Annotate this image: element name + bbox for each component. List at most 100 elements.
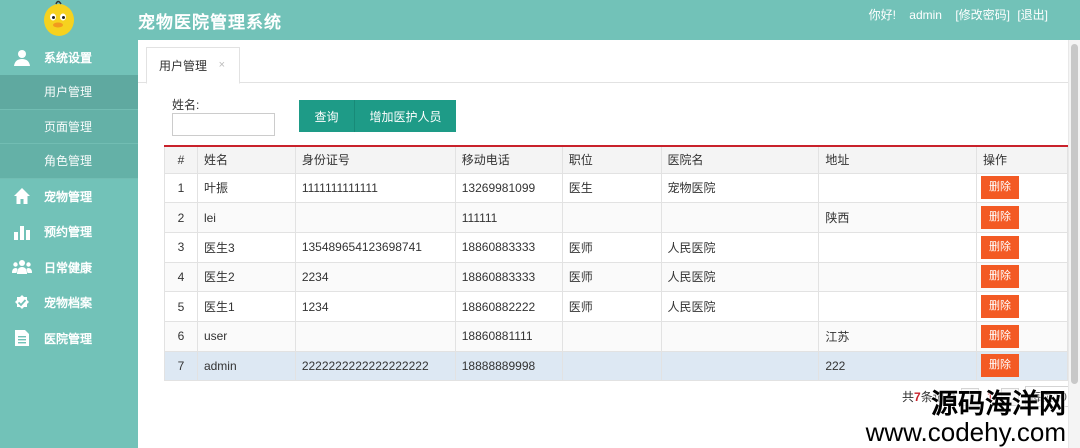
change-password-link[interactable]: [修改密码] (955, 8, 1010, 22)
sidebar: 系统设置 用户管理 页面管理 角色管理 宠物管理 预约管理 日常健康 宠物档案 … (0, 40, 138, 448)
row-name: 叶振 (196, 172, 296, 204)
sidebar-item-daily-health[interactable]: 日常健康 (0, 250, 138, 286)
delete-button[interactable]: 删除 (981, 206, 1020, 230)
username-link[interactable]: admin (909, 8, 942, 22)
name-search-input[interactable] (172, 113, 275, 136)
row-phone: 111111 (454, 202, 563, 233)
sidebar-item-label: 医院管理 (44, 331, 93, 346)
user-links: 你好! admin [修改密码] [退出] (865, 6, 1048, 23)
sidebar-subitem-page-management[interactable]: 页面管理 (0, 109, 138, 144)
delete-button[interactable]: 删除 (981, 235, 1020, 259)
document-icon (0, 329, 44, 347)
column-header-hospital: 医院名 (660, 145, 820, 174)
row-index: 5 (164, 291, 198, 322)
sidebar-item-appointment-management[interactable]: 预约管理 (0, 214, 138, 250)
row-address (818, 291, 978, 322)
tab-label: 用户管理 (159, 59, 208, 73)
user-table: # 姓名 身份证号 移动电话 职位 医院名 地址 操作 1 叶振 1111111… (164, 145, 1068, 382)
delete-button[interactable]: 删除 (981, 324, 1020, 348)
top-header: 宠物医院管理系统 你好! admin [修改密码] [退出] (0, 0, 1080, 40)
watermark: 源码海洋网 www.codehy.com (866, 389, 1066, 446)
delete-button[interactable]: 删除 (981, 295, 1020, 319)
row-actions: 删除 (976, 320, 1068, 352)
scrollbar-thumb[interactable] (1071, 44, 1078, 384)
row-actions: 删除 (976, 350, 1068, 382)
table-body: 1 叶振 1111111111111 13269981099 医生 宠物医院 删… (164, 172, 1068, 382)
row-phone: 18860883333 (454, 231, 563, 263)
table-row[interactable]: 2 lei 111111 陕西 删除 (164, 202, 1068, 233)
table-row[interactable]: 6 user 18860881111 江苏 删除 (164, 320, 1068, 352)
row-address: 陕西 (818, 202, 978, 233)
delete-button[interactable]: 删除 (981, 265, 1020, 289)
table-row[interactable]: 5 医生1 1234 18860882222 医师 人民医院 删除 (164, 291, 1068, 322)
add-medical-staff-button[interactable]: 增加医护人员 (354, 100, 456, 132)
row-phone: 18860883333 (454, 261, 563, 293)
table-row[interactable]: 1 叶振 1111111111111 13269981099 医生 宠物医院 删… (164, 172, 1068, 204)
row-name: 医生2 (196, 261, 296, 293)
column-header-phone: 移动电话 (454, 145, 563, 174)
row-id-card: 2234 (294, 261, 456, 293)
tab-user-management[interactable]: 用户管理 × (146, 47, 240, 84)
sidebar-subitem-user-management[interactable]: 用户管理 (0, 75, 138, 110)
row-actions: 删除 (976, 231, 1068, 263)
watermark-cn: 源码海洋网 (931, 389, 1066, 419)
row-address: 江苏 (818, 320, 978, 352)
row-address (818, 261, 978, 293)
row-index: 2 (164, 202, 198, 233)
column-header-id-card: 身份证号 (294, 145, 456, 174)
row-position: 医师 (561, 291, 662, 322)
column-header-position: 职位 (561, 145, 662, 174)
row-phone: 18860882222 (454, 291, 563, 322)
row-position: 医师 (561, 231, 662, 263)
row-hospital: 人民医院 (660, 231, 820, 263)
row-hospital: 人民医院 (660, 261, 820, 293)
row-id-card: 1234 (294, 291, 456, 322)
row-id-card (294, 202, 456, 233)
row-address (818, 231, 978, 263)
row-phone: 18888889998 (454, 350, 563, 382)
row-id-card: 2222222222222222222 (294, 350, 456, 382)
row-hospital: 宠物医院 (660, 172, 820, 204)
row-position: 医生 (561, 172, 662, 204)
row-index: 6 (164, 320, 198, 352)
check-badge-icon (0, 294, 44, 312)
row-hospital (660, 350, 820, 382)
app-title: 宠物医院管理系统 (138, 13, 282, 32)
row-id-card: 1111111111111 (294, 172, 456, 204)
sidebar-item-pet-records[interactable]: 宠物档案 (0, 285, 138, 321)
logout-link[interactable]: [退出] (1017, 8, 1048, 22)
name-field-label: 姓名: (172, 98, 200, 112)
row-phone: 18860881111 (454, 320, 563, 352)
close-icon[interactable]: × (219, 59, 225, 71)
watermark-url: www.codehy.com (865, 417, 1066, 447)
row-actions: 删除 (976, 291, 1068, 322)
sidebar-item-pet-management[interactable]: 宠物管理 (0, 179, 138, 215)
row-index: 3 (164, 231, 198, 263)
row-actions: 删除 (976, 202, 1068, 233)
query-button[interactable]: 查询 (299, 100, 354, 132)
vertical-scrollbar[interactable] (1068, 40, 1080, 448)
user-icon (0, 49, 44, 67)
sidebar-item-label: 系统设置 (44, 51, 93, 65)
row-position: 医师 (561, 261, 662, 293)
sidebar-item-label: 宠物档案 (44, 296, 93, 311)
row-index: 1 (164, 172, 198, 204)
row-id-card (294, 320, 456, 352)
row-name: user (196, 320, 296, 352)
column-header-index: # (164, 145, 198, 174)
sidebar-item-hospital-management[interactable]: 医院管理 (0, 321, 138, 357)
row-position (561, 202, 662, 233)
table-row[interactable]: 4 医生2 2234 18860883333 医师 人民医院 删除 (164, 261, 1068, 293)
column-header-name: 姓名 (196, 145, 296, 174)
row-name: 医生3 (196, 231, 296, 263)
table-row[interactable]: 7 admin 2222222222222222222 18888889998 … (164, 350, 1068, 382)
sidebar-subitem-role-management[interactable]: 角色管理 (0, 144, 138, 179)
row-actions: 删除 (976, 261, 1068, 293)
delete-button[interactable]: 删除 (981, 176, 1020, 200)
sidebar-item-system-settings[interactable]: 系统设置 (0, 40, 138, 75)
row-address (818, 172, 978, 204)
delete-button[interactable]: 删除 (981, 354, 1020, 378)
row-id-card: 135489654123698741 (294, 231, 456, 263)
table-row[interactable]: 3 医生3 135489654123698741 18860883333 医师 … (164, 231, 1068, 263)
column-header-address: 地址 (818, 145, 978, 174)
